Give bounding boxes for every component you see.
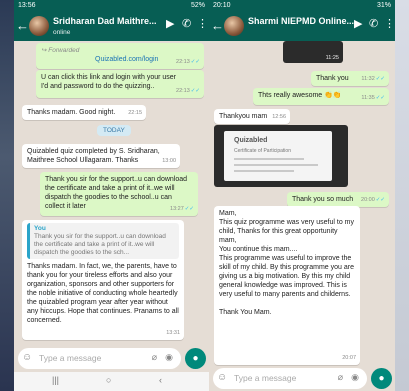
message-input-bar[interactable]: ☺ Type a message ⌀ ◉ xyxy=(18,348,181,369)
message-time: 11:25 xyxy=(325,55,339,61)
certificate-line xyxy=(234,170,294,172)
message-time: 22:15 xyxy=(128,110,142,116)
certificate-line xyxy=(234,158,304,160)
attach-icon[interactable]: ⌀ xyxy=(338,372,343,383)
video-call-icon[interactable]: ▶ xyxy=(166,17,174,30)
background-photo-left xyxy=(0,0,14,391)
certificate-title: Quizabled xyxy=(234,137,268,144)
quoted-text: Thank you sir for the support..u can dow… xyxy=(34,233,166,256)
certificate-subtitle: Certificate of Participation xyxy=(234,148,291,154)
message-bubble[interactable]: Thank you sir for the support..u can dow… xyxy=(40,172,198,216)
message-text: Mam, This quiz programme was very useful… xyxy=(219,210,354,316)
message-bubble[interactable]: Thts really awesome 👏👏 11:35✓✓ xyxy=(253,88,389,105)
read-tick-icon: ✓✓ xyxy=(190,59,200,65)
chat-area[interactable]: 11:25 Thank you 11:32✓✓ Thts really awes… xyxy=(209,41,395,369)
left-phone-screenshot: 13:56 52% ← Sridharan Dad Maithre... onl… xyxy=(14,0,209,391)
camera-icon[interactable]: ◉ xyxy=(165,352,173,363)
video-call-icon[interactable]: ▶ xyxy=(354,17,362,30)
status-bar: 13:56 52% xyxy=(14,0,209,12)
read-tick-icon: ✓✓ xyxy=(375,197,385,203)
more-options-icon[interactable]: ⋮ xyxy=(197,17,208,30)
read-tick-icon: ✓✓ xyxy=(190,88,200,94)
message-text: Thanks madam. Good night. xyxy=(27,109,116,116)
message-time: 20:07 xyxy=(342,355,356,361)
message-bubble[interactable]: Thank you so much 20:00✓✓ xyxy=(287,192,389,207)
quoted-sender: You xyxy=(34,225,46,232)
chat-header: ← Sridharan Dad Maithre... online ▶ ✆ ⋮ xyxy=(14,12,209,41)
battery-level: 31% xyxy=(376,2,391,9)
image-message[interactable]: 11:25 xyxy=(283,41,343,63)
certificate-preview: Quizabled Certificate of Participation xyxy=(224,131,332,181)
home-icon[interactable]: ○ xyxy=(106,375,111,385)
background-photo-right xyxy=(395,0,409,391)
battery-level: 52% xyxy=(190,2,205,9)
status-time: 20:10 xyxy=(213,2,231,9)
back-nav-icon[interactable]: ‹ xyxy=(159,375,162,385)
message-bubble[interactable]: You Thank you sir for the support..u can… xyxy=(22,220,184,340)
system-nav-bar: ||| ○ ‹ xyxy=(14,372,209,391)
message-bubble[interactable]: Thanks madam. Good night. 22:15 xyxy=(22,105,146,120)
message-bubble[interactable]: Mam, This quiz programme was very useful… xyxy=(214,206,360,365)
contact-name[interactable]: Sharmi NIEPMD Online... xyxy=(248,16,354,26)
avatar[interactable] xyxy=(29,16,49,36)
mic-icon[interactable]: ● xyxy=(371,368,392,389)
chat-area[interactable]: ↪ Forwarded Quizabled.com/login 22:13✓✓ … xyxy=(14,41,209,359)
more-options-icon[interactable]: ⋮ xyxy=(384,17,395,30)
message-bubble[interactable]: Thankyou mam 12:56 xyxy=(214,109,290,124)
status-bar: 20:10 31% xyxy=(209,0,395,12)
chat-header: ← Sharmi NIEPMD Online... ▶ ✆ ⋮ xyxy=(209,12,395,41)
forwarded-label: ↪ Forwarded xyxy=(41,47,80,54)
status-time: 13:56 xyxy=(18,2,36,9)
message-bubble[interactable]: U can click this link and login with you… xyxy=(36,70,204,98)
message-text: Thanks madam. In fact, we, the parents, … xyxy=(27,263,179,324)
back-arrow-icon[interactable]: ← xyxy=(16,18,29,33)
recent-apps-icon[interactable]: ||| xyxy=(52,375,59,385)
phone-call-icon[interactable]: ✆ xyxy=(369,17,378,30)
message-bubble[interactable]: Thank you 11:32✓✓ xyxy=(311,71,389,86)
mic-icon[interactable]: ● xyxy=(185,348,206,369)
message-input[interactable]: Type a message xyxy=(234,373,296,383)
attach-icon[interactable]: ⌀ xyxy=(152,352,157,363)
date-badge: TODAY xyxy=(97,125,131,136)
contact-status: online xyxy=(53,29,71,36)
certificate-image-message[interactable]: Quizabled Certificate of Participation xyxy=(214,125,348,187)
quoted-message[interactable]: You Thank you sir for the support..u can… xyxy=(27,223,179,259)
contact-name[interactable]: Sridharan Dad Maithre... xyxy=(53,16,157,26)
emoji-icon[interactable]: ☺ xyxy=(217,372,227,383)
message-bubble[interactable]: Quizabled quiz completed by S. Sridharan… xyxy=(22,144,180,168)
read-tick-icon: ✓✓ xyxy=(375,76,385,82)
message-time: 13:00 xyxy=(162,158,176,164)
read-tick-icon: ✓✓ xyxy=(375,95,385,101)
camera-icon[interactable]: ◉ xyxy=(351,372,359,383)
right-phone-screenshot: 20:10 31% ← Sharmi NIEPMD Online... ▶ ✆ … xyxy=(209,0,395,391)
avatar[interactable] xyxy=(224,16,244,36)
message-input[interactable]: Type a message xyxy=(39,353,101,363)
message-bubble[interactable]: ↪ Forwarded Quizabled.com/login 22:13✓✓ xyxy=(36,43,204,69)
message-time: 12:56 xyxy=(272,114,286,120)
message-input-bar[interactable]: ☺ Type a message ⌀ ◉ xyxy=(213,368,367,389)
message-text: Quizabled quiz completed by S. Sridharan… xyxy=(27,148,160,164)
emoji-icon[interactable]: ☺ xyxy=(22,352,32,363)
read-tick-icon: ✓✓ xyxy=(184,206,194,212)
message-time: 13:31 xyxy=(166,330,180,336)
phone-call-icon[interactable]: ✆ xyxy=(182,17,191,30)
certificate-line xyxy=(234,164,318,166)
back-arrow-icon[interactable]: ← xyxy=(211,18,224,33)
